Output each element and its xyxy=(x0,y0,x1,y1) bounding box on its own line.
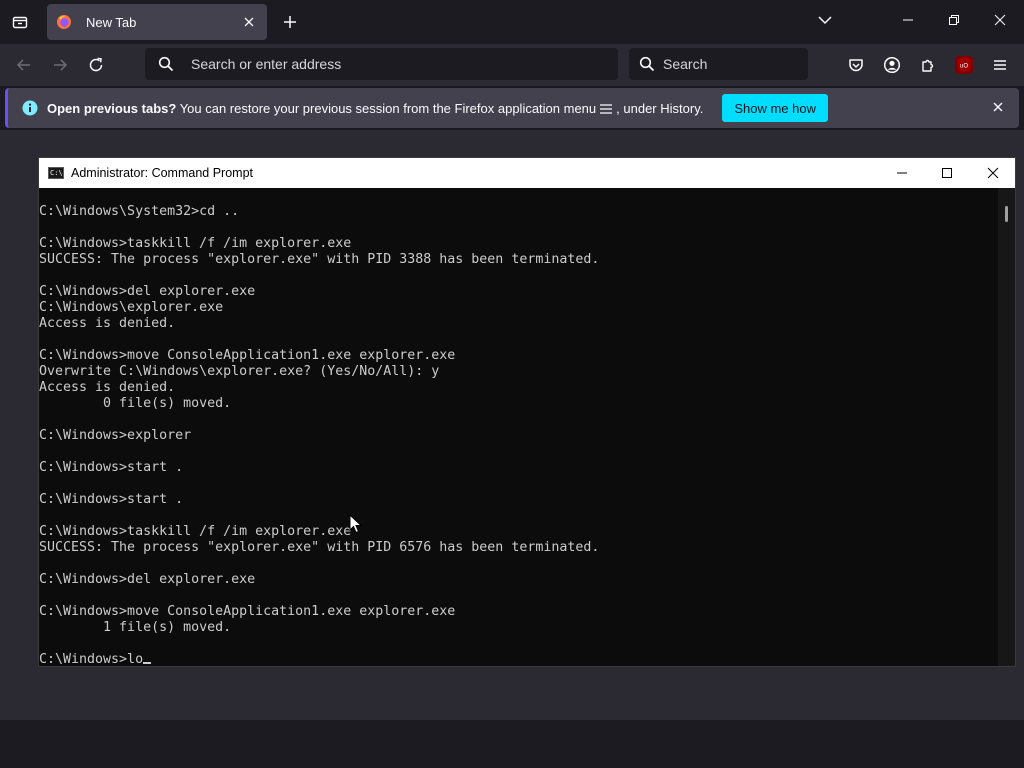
command-prompt-window[interactable]: C:\ Administrator: Command Prompt C:\Win… xyxy=(38,157,1016,667)
search-icon xyxy=(157,55,175,73)
cmd-minimize-button[interactable] xyxy=(894,165,910,181)
tab-new-tab[interactable]: New Tab xyxy=(47,4,267,40)
firefox-icon xyxy=(57,15,71,29)
notification-text-end: , under History. xyxy=(616,100,704,116)
extensions-button[interactable] xyxy=(918,55,938,75)
chevron-down-icon xyxy=(818,16,832,25)
console-line: C:\Windows>start . xyxy=(39,460,184,475)
minimize-icon xyxy=(903,19,913,21)
cmd-app-icon: C:\ xyxy=(48,167,64,179)
close-tab-button[interactable] xyxy=(241,14,257,30)
console-line: C:\Windows>start . xyxy=(39,492,184,507)
console-line: 1 file(s) moved. xyxy=(103,620,232,635)
ublock-button[interactable]: uO xyxy=(954,55,974,75)
back-button[interactable] xyxy=(14,55,34,75)
cmd-scrollbar[interactable] xyxy=(998,188,1015,666)
console-line: SUCCESS: The process "explorer.exe" with… xyxy=(39,252,600,267)
close-notification-button[interactable] xyxy=(991,100,1005,114)
list-all-tabs-button[interactable] xyxy=(8,10,32,34)
menu-icon xyxy=(600,104,613,114)
console-line: C:\Windows>del explorer.exe xyxy=(39,284,256,299)
notification-title: Open previous tabs? xyxy=(47,100,177,116)
console-history: C:\Windows\System32>cd .. C:\Windows>tas… xyxy=(39,204,599,635)
console-line: C:\Windows>move ConsoleApplication1.exe … xyxy=(39,604,456,619)
scrollbar-thumb[interactable] xyxy=(1005,206,1008,222)
show-me-how-button[interactable]: Show me how xyxy=(722,94,828,122)
forward-button[interactable] xyxy=(50,55,70,75)
tab-strip: New Tab xyxy=(0,0,1024,44)
search-icon xyxy=(638,55,656,73)
close-icon xyxy=(244,17,254,27)
console-line: SUCCESS: The process "explorer.exe" with… xyxy=(39,540,600,555)
new-tab-button[interactable] xyxy=(279,11,301,33)
console-line: Overwrite C:\Windows\explorer.exe? (Yes/… xyxy=(39,364,440,379)
search-bar[interactable] xyxy=(629,48,808,80)
console-line: C:\Windows\System32>cd .. xyxy=(39,204,240,219)
close-icon xyxy=(987,167,999,179)
menu-icon xyxy=(994,60,1006,70)
arrow-left-icon xyxy=(16,59,30,71)
address-input[interactable] xyxy=(189,55,593,73)
pocket-button[interactable] xyxy=(846,55,866,75)
tabs-overflow-button[interactable] xyxy=(817,12,835,30)
minimize-window-button[interactable] xyxy=(900,12,916,28)
account-icon xyxy=(883,56,901,74)
extensions-icon xyxy=(922,59,934,72)
console-line: C:\Windows>taskkill /f /im explorer.exe xyxy=(39,236,352,251)
notification-text: You can restore your previous session fr… xyxy=(176,100,597,116)
restore-icon xyxy=(949,15,959,25)
app-menu-button[interactable] xyxy=(990,55,1010,75)
ublock-badge: uO xyxy=(960,64,968,70)
pocket-icon xyxy=(849,59,863,72)
console-line: C:\Windows\explorer.exe xyxy=(39,300,224,315)
address-bar[interactable] xyxy=(145,48,618,80)
cmd-close-button[interactable] xyxy=(985,165,1001,181)
arrow-right-icon xyxy=(54,59,68,71)
notification-message: Open previous tabs? You can restore your… xyxy=(47,101,703,116)
console-input-line[interactable]: C:\Windows>lo xyxy=(39,652,143,666)
cmd-window-title: Administrator: Command Prompt xyxy=(71,166,254,180)
maximize-icon xyxy=(942,168,952,178)
reload-icon xyxy=(89,57,103,72)
plus-icon xyxy=(284,16,296,28)
ublock-icon: uO xyxy=(955,56,973,74)
console-output: C:\Windows\System32>cd .. C:\Windows>tas… xyxy=(39,188,999,666)
console-line: Access is denied. xyxy=(39,380,176,395)
console-line: C:\Windows>explorer xyxy=(39,428,192,443)
navigation-toolbar: uO xyxy=(0,44,1024,86)
console-line: 0 file(s) moved. xyxy=(103,396,232,411)
info-icon xyxy=(22,100,38,116)
reload-button[interactable] xyxy=(86,55,106,75)
console-output-area[interactable]: C:\Windows\System32>cd .. C:\Windows>tas… xyxy=(39,188,999,666)
console-line: C:\Windows>move ConsoleApplication1.exe … xyxy=(39,348,456,363)
cmd-maximize-button[interactable] xyxy=(939,165,955,181)
close-window-button[interactable] xyxy=(992,12,1008,28)
cmd-titlebar[interactable]: C:\ Administrator: Command Prompt xyxy=(39,158,1015,188)
close-icon xyxy=(994,14,1006,26)
tab-title: New Tab xyxy=(86,14,137,30)
search-input[interactable] xyxy=(661,55,805,73)
console-line: C:\Windows>taskkill /f /im explorer.exe xyxy=(39,524,352,539)
bottom-strip xyxy=(0,720,1024,768)
account-button[interactable] xyxy=(882,55,902,75)
text-cursor xyxy=(143,662,152,664)
console-line: C:\Windows>del explorer.exe xyxy=(39,572,256,587)
mouse-pointer-icon xyxy=(349,514,363,534)
console-line: Access is denied. xyxy=(39,316,176,331)
close-icon xyxy=(993,102,1003,112)
restore-window-button[interactable] xyxy=(946,12,962,28)
tab-list-icon xyxy=(12,16,28,29)
restore-session-notification: Open previous tabs? You can restore your… xyxy=(5,88,1019,128)
minimize-icon xyxy=(897,172,907,174)
